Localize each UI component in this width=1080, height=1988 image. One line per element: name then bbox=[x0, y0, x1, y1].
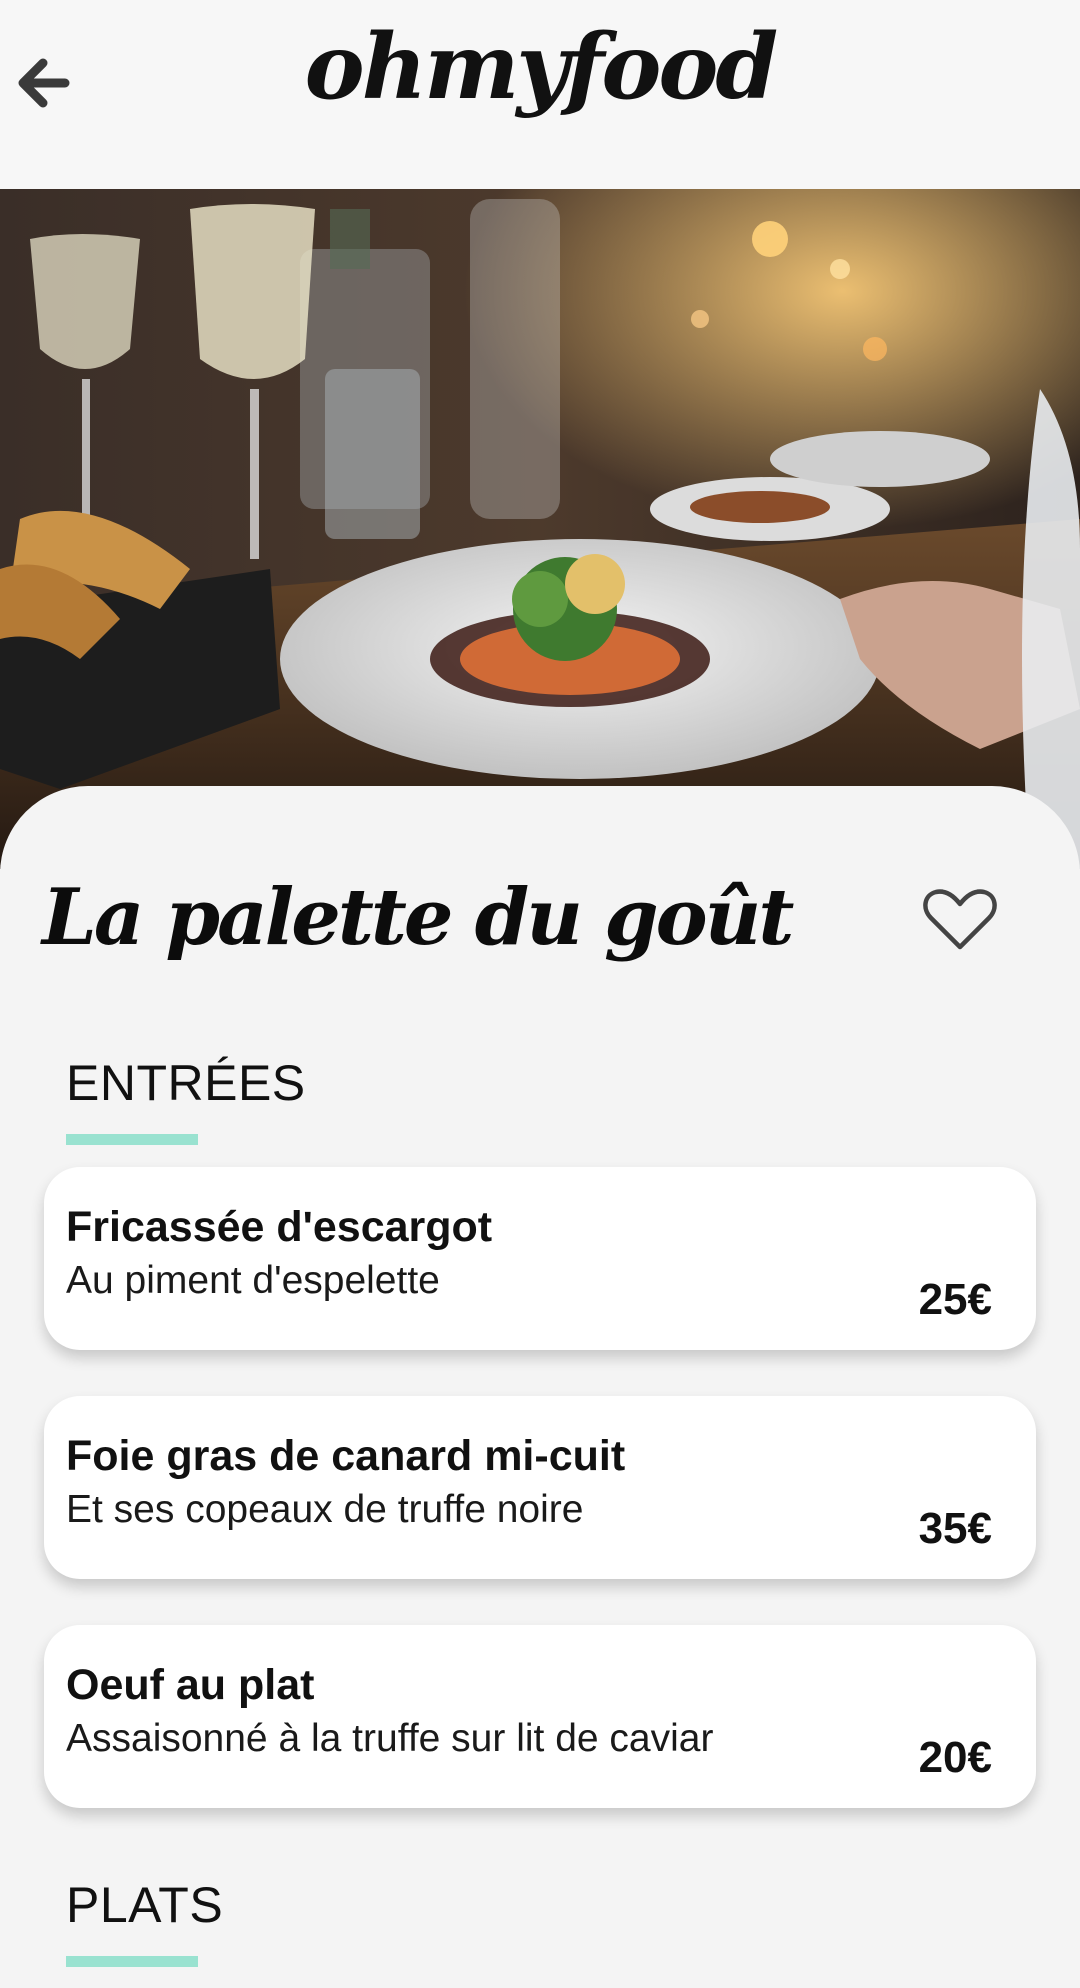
menu-item-price: 25€ bbox=[918, 1275, 992, 1324]
menu-sheet: La palette du goût ENTRÉES Fricassée d'e… bbox=[0, 786, 1080, 1988]
menu-item-card[interactable]: Oeuf au plat Assaisonné à la truffe sur … bbox=[44, 1625, 1036, 1808]
section-underline bbox=[66, 1134, 198, 1145]
menu-item-name: Fricassée d'escargot bbox=[66, 1203, 493, 1251]
section-underline bbox=[66, 1956, 198, 1967]
menu-item-card[interactable]: Fricassée d'escargot Au piment d'espelet… bbox=[44, 1167, 1036, 1350]
menu-item-description: Et ses copeaux de truffe noire bbox=[66, 1488, 584, 1531]
menu-item-card[interactable]: Foie gras de canard mi-cuit Et ses copea… bbox=[44, 1396, 1036, 1579]
restaurant-menu-screen: ohmyfood La palette du goût ENTRÉES Fric… bbox=[0, 0, 1080, 1988]
menu-item-price: 20€ bbox=[918, 1733, 992, 1782]
favorite-button[interactable] bbox=[918, 882, 1002, 958]
section-title-entrees: ENTRÉES bbox=[66, 1055, 306, 1111]
menu-item-name: Foie gras de canard mi-cuit bbox=[66, 1432, 626, 1480]
app-logo[interactable]: ohmyfood bbox=[0, 14, 1080, 120]
app-header: ohmyfood bbox=[0, 0, 1080, 189]
menu-item-name: Oeuf au plat bbox=[66, 1661, 315, 1709]
menu-item-description: Assaisonné à la truffe sur lit de caviar bbox=[66, 1717, 714, 1760]
restaurant-hero-image bbox=[0, 189, 1080, 869]
heart-outline-icon bbox=[923, 889, 997, 950]
section-title-plats: PLATS bbox=[66, 1877, 224, 1933]
menu-item-description: Au piment d'espelette bbox=[66, 1259, 440, 1302]
restaurant-name: La palette du goût bbox=[42, 872, 794, 963]
menu-item-price: 35€ bbox=[918, 1504, 992, 1553]
